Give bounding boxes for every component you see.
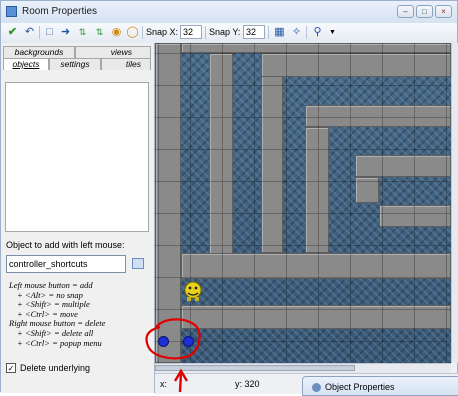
shift-room-icon[interactable]: ➜ <box>58 25 73 40</box>
zoom-icon[interactable]: ⚲ <box>310 25 325 40</box>
room-canvas[interactable] <box>155 43 451 363</box>
lock-instances-icon[interactable]: ◉ <box>109 25 124 40</box>
delete-underlying-label: Delete underlying <box>20 363 91 373</box>
checkbox-check-icon[interactable]: ✓ <box>6 363 16 373</box>
object-menu-icon[interactable] <box>132 258 144 269</box>
scrollbar-thumb[interactable] <box>155 365 355 371</box>
unlock-instances-icon[interactable]: ◯ <box>125 25 140 40</box>
snap-y-label: Snap Y: <box>209 27 241 37</box>
tab-settings[interactable]: settings <box>49 58 101 70</box>
clear-room-icon[interactable]: □ <box>42 25 57 40</box>
room-icon <box>6 6 17 17</box>
room-properties-window: Room Properties – □ × ✔ ↶ □ ➜ ⇅ ⇅ ◉ ◯ Sn… <box>0 0 458 394</box>
room-grid <box>155 43 451 363</box>
window-title: Room Properties <box>22 6 98 17</box>
grid-icon[interactable]: ▦ <box>272 25 287 40</box>
tab-backgrounds[interactable]: backgrounds <box>3 46 75 58</box>
player-sprite[interactable] <box>182 280 204 302</box>
object-properties-taskbar-item[interactable]: Object Properties <box>302 376 458 396</box>
y-value: 320 <box>244 379 260 389</box>
undo-icon[interactable]: ↶ <box>22 25 37 40</box>
controller-object-marker[interactable] <box>183 336 194 347</box>
mouse-help-text: Left mouse button = add + <Alt> = no sna… <box>9 280 149 348</box>
tab-strip: backgrounds views objects settings tiles <box>3 46 151 82</box>
snap-y-input[interactable]: 32 <box>243 25 265 39</box>
controller-object-marker[interactable] <box>158 336 169 347</box>
horizontal-scrollbar[interactable] <box>155 363 451 373</box>
objects-tab-panel <box>5 82 149 232</box>
sort-y-icon[interactable]: ⇅ <box>92 25 107 40</box>
chevron-down-icon[interactable]: ▼ <box>325 25 340 40</box>
tab-tiles[interactable]: tiles <box>101 58 151 70</box>
isometric-grid-icon[interactable]: ✧ <box>289 25 304 40</box>
left-panel: backgrounds views objects settings tiles… <box>1 43 155 393</box>
toolbar: ✔ ↶ □ ➜ ⇅ ⇅ ◉ ◯ Snap X: 32 Snap Y: 32 ▦ … <box>1 23 457 44</box>
y-label: y: 320 <box>235 379 260 389</box>
selected-object-field[interactable]: controller_shortcuts <box>6 255 126 273</box>
ok-check-icon[interactable]: ✔ <box>5 25 20 40</box>
object-properties-title: Object Properties <box>325 382 395 392</box>
minimize-button[interactable]: – <box>397 5 414 18</box>
close-button[interactable]: × <box>435 5 452 18</box>
object-properties-icon <box>312 383 321 392</box>
snap-x-input[interactable]: 32 <box>180 25 202 39</box>
title-bar[interactable]: Room Properties – □ × <box>1 1 457 24</box>
tab-objects[interactable]: objects <box>3 58 49 70</box>
maximize-button[interactable]: □ <box>416 5 433 18</box>
x-label: x: <box>160 379 168 389</box>
help-line: + <Ctrl> = popup menu <box>17 337 102 348</box>
vertical-scrollbar[interactable] <box>451 43 458 363</box>
sort-x-icon[interactable]: ⇅ <box>75 25 90 40</box>
object-to-add-label: Object to add with left mouse: <box>6 240 125 250</box>
snap-x-label: Snap X: <box>146 27 179 37</box>
tab-views[interactable]: views <box>75 46 151 58</box>
